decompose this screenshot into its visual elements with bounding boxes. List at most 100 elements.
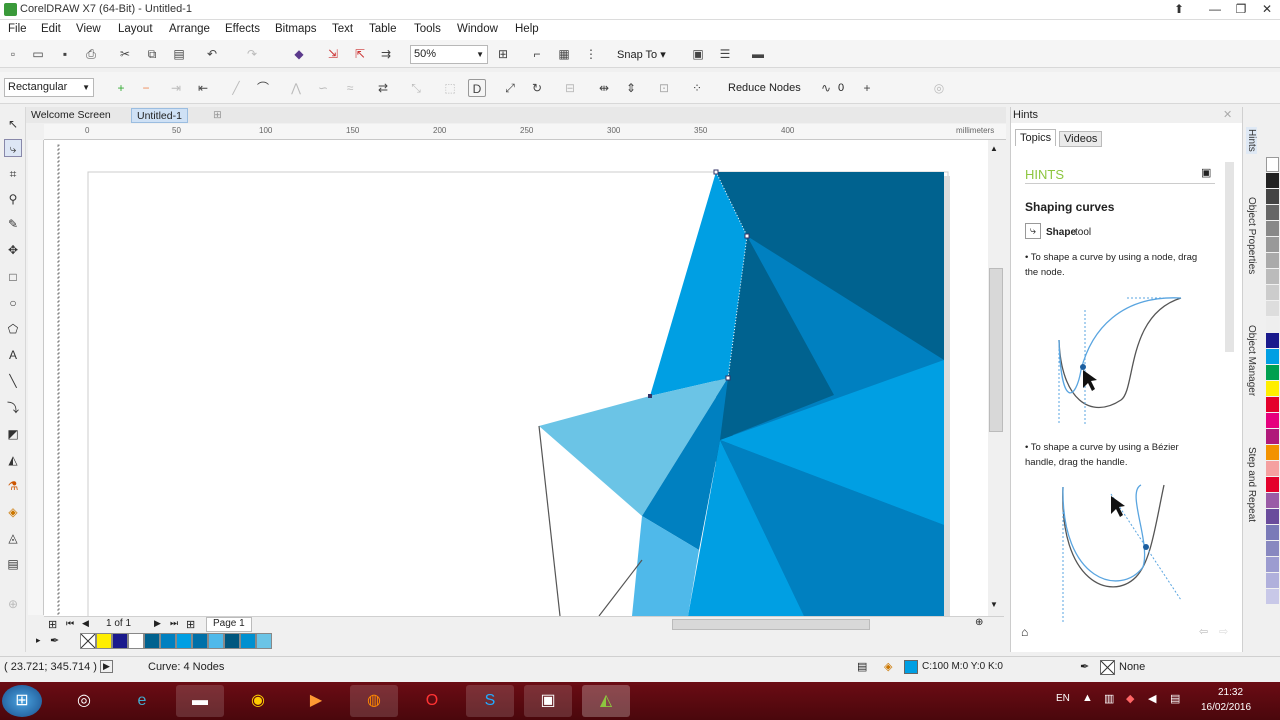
scroll-down-icon[interactable]: ▼ xyxy=(990,600,998,609)
full-screen-icon[interactable]: ⊞ xyxy=(494,45,512,63)
shape-tool-icon[interactable]: ⤷ xyxy=(4,139,22,157)
parallel-dimension-tool-icon[interactable]: ╲ xyxy=(4,372,22,390)
palette-menu-icon[interactable]: ▸ xyxy=(36,635,41,646)
make-node-cusp-icon[interactable]: ⋀ xyxy=(287,79,305,97)
color-swatch[interactable] xyxy=(1266,493,1279,508)
color-swatch[interactable] xyxy=(1266,541,1279,556)
paste-icon[interactable]: ▤ xyxy=(170,45,188,63)
color-swatch[interactable] xyxy=(224,633,240,649)
menu-text[interactable]: Text xyxy=(332,23,353,35)
add-page-after-icon[interactable]: ⊞ xyxy=(186,618,195,631)
make-node-symmetrical-icon[interactable]: ≈ xyxy=(341,79,359,97)
tab-videos[interactable]: Videos xyxy=(1059,131,1103,147)
menu-edit[interactable]: Edit xyxy=(41,23,61,35)
selection-mode-combo[interactable]: Rectangular ▼ xyxy=(4,78,94,97)
interactive-fill-tool-icon[interactable]: ◈ xyxy=(4,503,22,521)
docker-tab-object-properties[interactable]: Object Properties xyxy=(1246,197,1257,274)
publish-pdf-icon[interactable]: ⇉ xyxy=(377,45,395,63)
horizontal-scroll-thumb[interactable] xyxy=(672,619,870,630)
vertical-scrollbar[interactable]: ▲ ▼ xyxy=(988,140,1006,616)
tab-topics[interactable]: Topics xyxy=(1015,129,1057,146)
color-swatch[interactable] xyxy=(1266,509,1279,524)
color-swatch[interactable] xyxy=(256,633,272,649)
reduce-nodes-button[interactable]: Reduce Nodes xyxy=(728,82,801,94)
hints-scroll-thumb[interactable] xyxy=(1225,162,1234,352)
media-player-icon[interactable]: ▶ xyxy=(292,685,340,717)
menu-effects[interactable]: Effects xyxy=(225,23,260,35)
color-swatch[interactable] xyxy=(112,633,128,649)
color-swatch[interactable] xyxy=(1266,445,1279,460)
options-icon[interactable]: ▣ xyxy=(689,45,707,63)
clock-time[interactable]: 21:32 xyxy=(1218,687,1243,698)
hints-back-icon[interactable]: ⇦ xyxy=(1199,625,1208,638)
fill-color-swatch[interactable] xyxy=(904,660,918,674)
drawing-canvas[interactable] xyxy=(44,140,988,616)
node-handle[interactable] xyxy=(744,233,750,239)
extend-curve-icon[interactable]: ⤡ xyxy=(407,79,425,97)
mirror-horizontal-icon[interactable]: ⇹ xyxy=(595,79,613,97)
reverse-direction-icon[interactable]: ⇄ xyxy=(374,79,392,97)
network-icon[interactable]: ▥ xyxy=(1104,692,1114,705)
color-swatch[interactable] xyxy=(208,633,224,649)
close-button[interactable]: ✕ xyxy=(1256,1,1278,18)
transparency-tool-icon[interactable]: ◭ xyxy=(4,451,22,469)
snap-to-dropdown[interactable]: Snap To ▾ xyxy=(617,48,666,61)
color-swatch[interactable] xyxy=(1266,253,1279,268)
curve-smoothness-value[interactable]: 0 xyxy=(838,82,844,94)
color-swatch[interactable] xyxy=(1266,333,1279,348)
export-icon[interactable]: ⇱ xyxy=(351,45,369,63)
application-launcher-icon[interactable]: ☰ xyxy=(716,45,734,63)
coreldraw-taskbar-icon[interactable]: ◭ xyxy=(582,685,630,717)
eyedropper-icon[interactable]: ✒ xyxy=(50,634,59,647)
show-guidelines-icon[interactable]: ⋮ xyxy=(582,45,600,63)
node-handle[interactable] xyxy=(713,169,719,175)
crop-tool-icon[interactable]: ⌗ xyxy=(4,165,22,183)
docker-tab-hints[interactable]: Hints xyxy=(1246,127,1257,154)
outline-none-swatch[interactable] xyxy=(1100,660,1115,675)
tab-untitled-1[interactable]: Untitled-1 xyxy=(131,108,188,123)
menu-layout[interactable]: Layout xyxy=(118,23,153,35)
rectangle-tool-icon[interactable]: □ xyxy=(4,268,22,286)
language-indicator[interactable]: EN xyxy=(1056,693,1070,704)
smart-fill-tool-icon[interactable]: ✥ xyxy=(4,241,22,259)
quick-customize-icon[interactable]: ◎ xyxy=(930,79,948,97)
new-tab-icon[interactable]: ⊞ xyxy=(208,108,227,123)
color-eyedropper-tool-icon[interactable]: ⚗ xyxy=(4,477,22,495)
extract-subpath-icon[interactable]: ⬚ xyxy=(441,79,459,97)
action-center-icon[interactable]: ▤ xyxy=(1170,692,1180,705)
show-rulers-icon[interactable]: ⌐ xyxy=(528,45,546,63)
tray-app-icon[interactable]: ◆ xyxy=(1126,692,1134,705)
color-swatch[interactable] xyxy=(1266,221,1279,236)
color-swatch[interactable] xyxy=(1266,573,1279,588)
color-swatch[interactable] xyxy=(1266,477,1279,492)
color-swatch[interactable] xyxy=(1266,349,1279,364)
color-swatch[interactable] xyxy=(144,633,160,649)
no-color-swatch[interactable] xyxy=(80,633,96,649)
color-swatch[interactable] xyxy=(1266,317,1279,332)
color-swatch[interactable] xyxy=(1266,525,1279,540)
color-swatch[interactable] xyxy=(1266,589,1279,604)
make-node-smooth-icon[interactable]: ∽ xyxy=(314,79,332,97)
help-icon[interactable]: ⬆ xyxy=(1168,1,1190,18)
color-swatch[interactable] xyxy=(1266,413,1279,428)
color-swatch[interactable] xyxy=(1266,237,1279,252)
pick-tool-icon[interactable]: ↖ xyxy=(4,115,22,133)
scroll-up-icon[interactable]: ▲ xyxy=(990,144,998,153)
vertical-ruler[interactable] xyxy=(28,140,44,615)
search-content-icon[interactable]: ◆ xyxy=(290,45,308,63)
break-curve-icon[interactable]: ⇤ xyxy=(194,79,212,97)
navigator-icon[interactable]: ⊕ xyxy=(975,617,983,628)
drop-shadow-tool-icon[interactable]: ◩ xyxy=(4,425,22,443)
color-swatch[interactable] xyxy=(1266,269,1279,284)
docker-close-icon[interactable]: ✕ xyxy=(1223,108,1232,121)
delete-node-icon[interactable]: − xyxy=(137,79,155,97)
menu-arrange[interactable]: Arrange xyxy=(169,23,210,35)
page-tab[interactable]: Page 1 xyxy=(206,617,252,632)
minimize-button[interactable]: — xyxy=(1204,1,1226,18)
zoom-level-combo[interactable]: 50% ▼ xyxy=(410,45,488,64)
add-node-icon[interactable]: + xyxy=(112,79,130,97)
connector-tool-icon[interactable]: ⤵ xyxy=(4,399,22,417)
taskbar-app-icon[interactable]: ◎ xyxy=(60,685,108,717)
color-swatch[interactable] xyxy=(1266,173,1279,188)
color-swatch[interactable] xyxy=(1266,301,1279,316)
